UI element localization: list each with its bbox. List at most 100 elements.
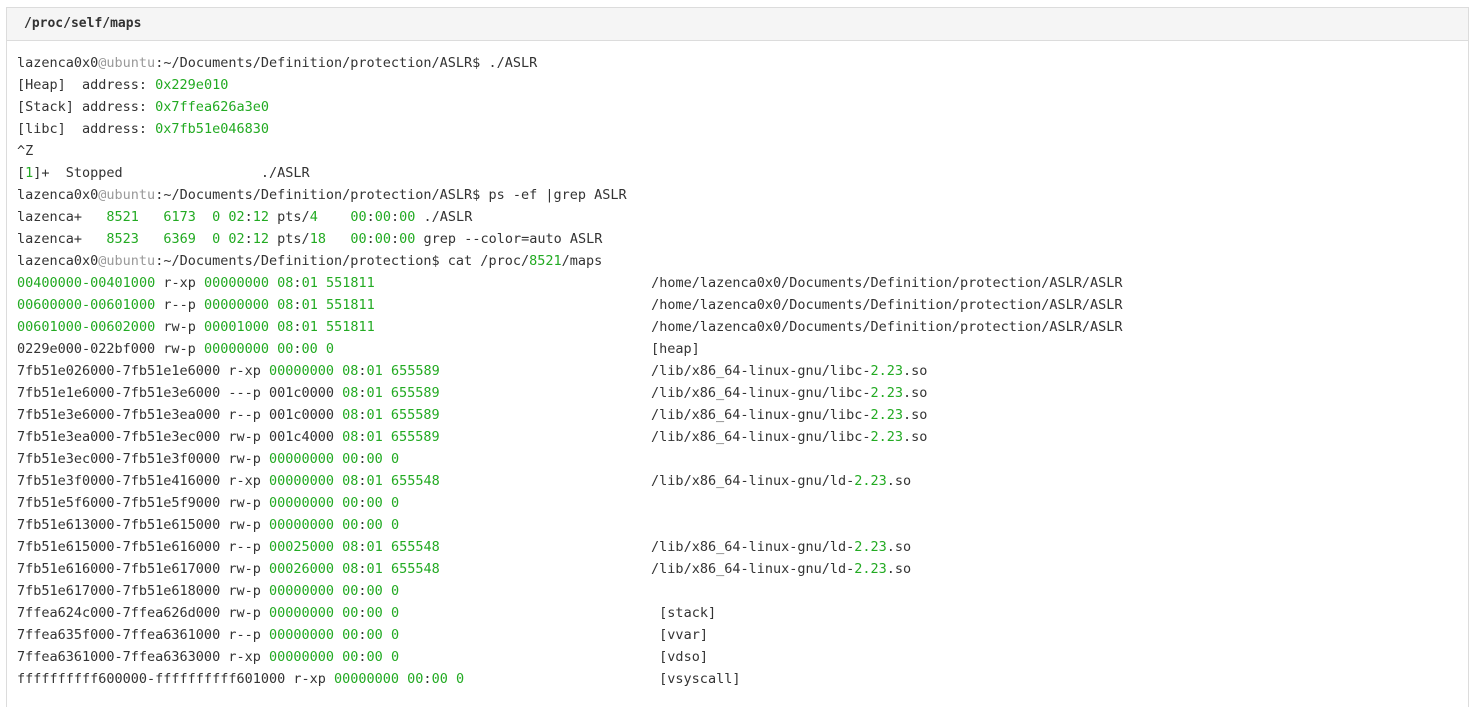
terminal-text: pts/ (269, 231, 310, 247)
terminal-line: 7ffea635f000-7ffea6361000 r--p 00000000 … (17, 624, 1123, 646)
terminal-line: lazenca0x0 @ ubuntu:~/Documents/Definition… (17, 250, 1123, 272)
terminal-text: 08 (277, 275, 294, 291)
terminal-line: lazenca+ 8521 6173 0 02:12 pts/4 00:00:0… (17, 206, 1123, 228)
terminal-text: /lib/x86_64-linux-gnu/libc- (439, 407, 871, 423)
terminal-text: 12 (252, 209, 270, 225)
terminal-line: 7fb51e3ea000-7fb51e3ec000 rw-p 001c4000 … (17, 426, 1123, 448)
terminal-text: 2.23 (854, 539, 887, 555)
terminal-text: 00602000 (90, 319, 156, 335)
terminal-text: 01 (366, 539, 383, 555)
terminal-text: 655589 (390, 363, 440, 379)
terminal-text: 7ffea635f000-7ffea6361000 r--p (17, 627, 269, 643)
terminal-text: 01 (301, 319, 318, 335)
terminal-text: 7fb51e3e6000-7fb51e3ea000 r--p 001c0000 (17, 407, 343, 423)
terminal-text: : (358, 407, 367, 423)
terminal-text: : (423, 671, 432, 687)
terminal-text: : (358, 495, 367, 511)
terminal-text: 00 (366, 517, 383, 533)
terminal-text: 6369 (163, 231, 196, 247)
terminal-text: ubuntu (106, 55, 156, 71)
terminal-text: 00601000 (90, 297, 156, 313)
terminal-text: .so (903, 407, 928, 423)
terminal-text: 7fb51e617000-7fb51e618000 rw-p (17, 583, 269, 599)
terminal-text: 8521 (106, 209, 139, 225)
terminal-line: [Stack] address: 0x7ffea626a3e0 (17, 96, 1123, 118)
terminal-text: ubuntu (106, 187, 156, 203)
terminal-text: 08 (342, 385, 359, 401)
terminal-text: : (244, 231, 253, 247)
terminal-text: 0 (212, 209, 221, 225)
terminal-text: 2.23 (870, 429, 903, 445)
terminal-text: .so (903, 385, 928, 401)
terminal-text: /lib/x86_64-linux-gnu/ld- (439, 473, 855, 489)
terminal-text: .so (886, 539, 912, 555)
terminal-text: 08 (342, 561, 359, 577)
terminal-text: 00600000 (17, 297, 83, 313)
terminal-text: 00 (342, 451, 359, 467)
terminal-line: 7fb51e616000-7fb51e617000 rw-p 00026000 … (17, 558, 1123, 580)
terminal-text: : (391, 231, 400, 247)
terminal-text: 6173 (163, 209, 196, 225)
terminal-text: : (293, 341, 302, 357)
terminal-text: 00000000 (268, 583, 334, 599)
terminal-line: ffffffffff600000-ffffffffff601000 r-xp 0… (17, 668, 1123, 690)
terminal-line: [libc] address: 0x7fb51e046830 (17, 118, 1123, 140)
terminal-text: 00 (374, 209, 392, 225)
terminal-text: ^Z (17, 143, 34, 159)
terminal-text: 00 (342, 605, 359, 621)
terminal-text: [heap] (334, 341, 700, 357)
terminal-line: [Heap] address: 0x229e010 (17, 74, 1123, 96)
terminal-text: 00 (342, 583, 359, 599)
terminal-text: 00000000 (268, 649, 334, 665)
terminal-text: 00000000 (268, 473, 334, 489)
terminal-text: 2.23 (870, 363, 904, 379)
terminal-text: 0x7fb51e046830 (155, 121, 269, 137)
terminal-text: 00000000 (268, 627, 334, 643)
terminal-line: 7fb51e613000-7fb51e615000 rw-p 00000000 … (17, 514, 1123, 536)
terminal-text: lazenca+ (17, 209, 107, 225)
terminal-text: [Stack] address: (17, 99, 156, 115)
terminal-text: 12 (252, 231, 270, 247)
terminal-text: 0 (325, 341, 335, 357)
terminal-text: : (293, 297, 302, 313)
terminal-text: [vsyscall] (464, 671, 741, 687)
terminal-text: @ (98, 55, 107, 71)
terminal-text: : (358, 583, 367, 599)
terminal-text: /lib/x86_64-linux-gnu/libc- (439, 385, 871, 401)
terminal-text: /lib/x86_64-linux-gnu/libc- (439, 429, 871, 445)
terminal-text: 01 (366, 561, 383, 577)
terminal-text: 0 (390, 495, 400, 511)
terminal-text: : (366, 209, 375, 225)
terminal-text: 01 (366, 473, 383, 489)
terminal-text: 00 (399, 231, 416, 247)
terminal-text: /home/lazenca0x0/Documents/Definition/pr… (374, 275, 1123, 291)
terminal-text: 00 (399, 209, 416, 225)
terminal-text: : (358, 561, 367, 577)
terminal-text: lazenca0x0 (17, 253, 99, 269)
terminal-line: 7fb51e3e6000-7fb51e3ea000 r--p 001c0000 … (17, 404, 1123, 426)
terminal-text: /home/lazenca0x0/Documents/Definition/pr… (374, 297, 1123, 313)
terminal-text: 0 (390, 517, 400, 533)
terminal-text: /home/lazenca0x0/Documents/Definition/pr… (374, 319, 1123, 335)
terminal-text: 00000000 (203, 297, 270, 313)
terminal-text: : (358, 517, 367, 533)
terminal-line: lazenca0x0 @ ubuntu:~/Documents/Definition… (17, 184, 1123, 206)
terminal-text: :~/Documents/Definition/protection/ASLR$… (155, 55, 538, 71)
terminal-text: [vdso] (399, 649, 708, 665)
terminal-text: pts/ (269, 209, 310, 225)
terminal-text: 00 (374, 231, 392, 247)
